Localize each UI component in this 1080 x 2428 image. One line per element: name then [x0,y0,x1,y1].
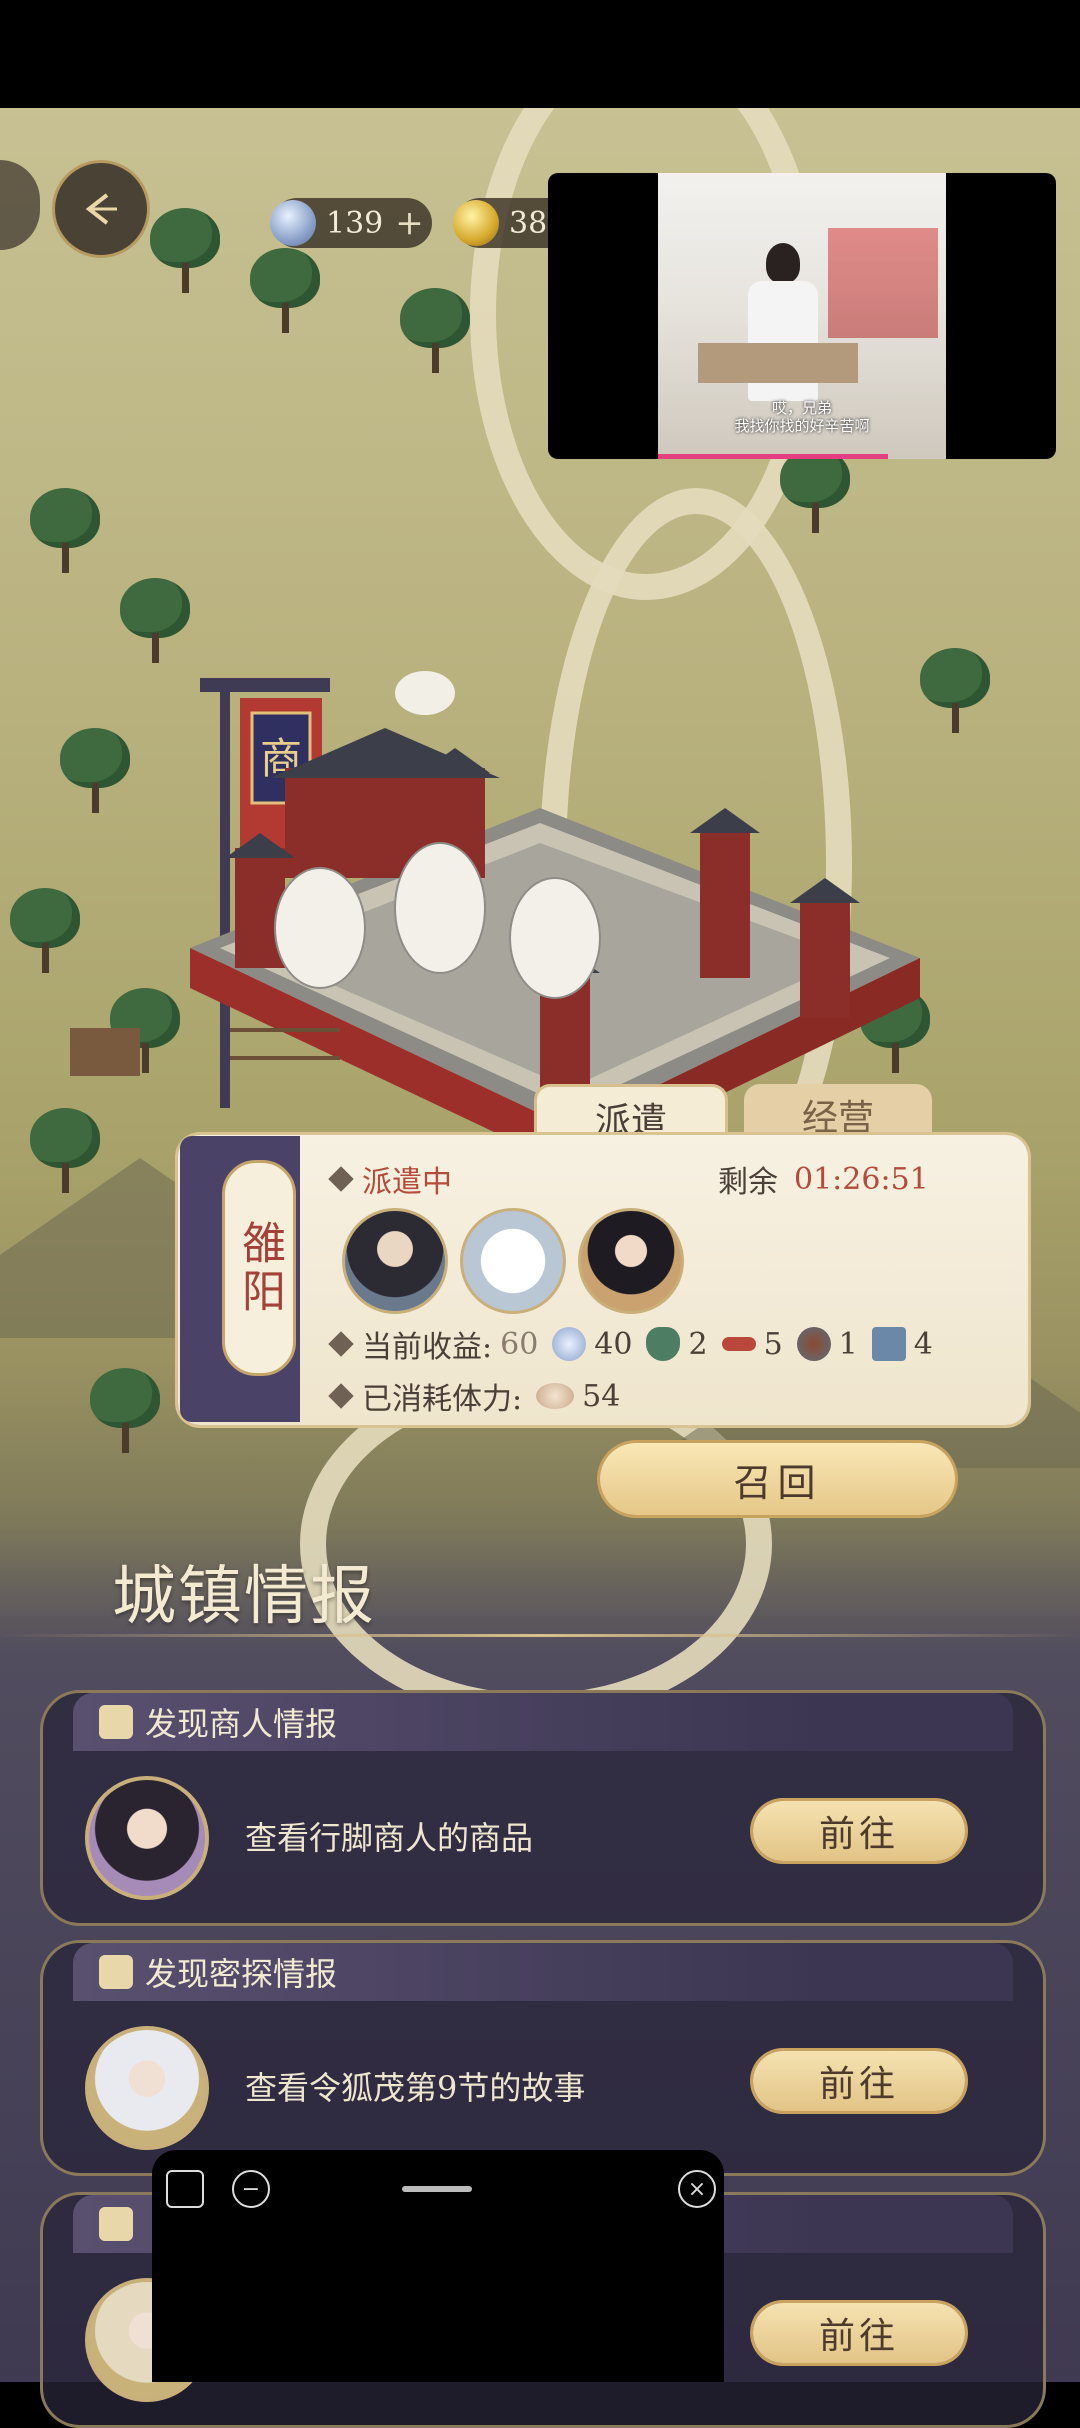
section-divider [0,1634,1080,1637]
dish-icon [796,1327,831,1361]
remaining-time: 剩余 01:26:51 [718,1157,929,1201]
map-tree [120,578,190,668]
intel-desc: 查看行脚商人的商品 [245,1819,534,1857]
intel-header-text: 发现密探情报 [145,1955,338,1993]
fullscreen-button[interactable] [166,2170,204,2208]
intel-card-spy: 发现密探情报 查看令狐茂第9节的故事 前往 [40,1940,1046,2176]
add-silver-button[interactable]: + [395,203,424,243]
silver-currency: 139 + [270,198,432,248]
close-button[interactable]: × [678,2170,716,2208]
map-tree [250,248,320,338]
spy-icon [99,2207,133,2241]
spy-portrait [85,2026,209,2150]
intel-header: 发现密探情报 [73,1943,1013,2001]
status-text: 派遣中 [362,1165,452,1200]
heroine-avatar[interactable] [578,1208,684,1314]
income-value: 4 [913,1326,933,1362]
status-bar [0,0,1080,108]
crates [70,1028,140,1076]
floating-window[interactable]: − × [152,2150,724,2382]
current-income: 当前收益: 60 40 2 5 1 4 [328,1322,933,1366]
silver-coin-icon [552,1327,587,1361]
diamond-icon [328,1331,354,1357]
map-tree [150,208,220,298]
diamond-icon [328,1383,354,1409]
income-value: 60 [500,1326,539,1362]
income-value: 1 [838,1326,858,1362]
minimize-button[interactable]: − [232,2170,270,2208]
drag-handle[interactable] [402,2186,472,2192]
pet-avatar[interactable] [460,1208,566,1314]
pip-video-frame: 哎，兄弟 我找你找的好辛苦啊 [658,173,946,459]
map-tree [30,488,100,578]
remain-time: 01:26:51 [794,1161,929,1197]
back-button[interactable] [52,160,150,258]
silver-amount: 139 [326,205,384,241]
section-title: 城镇情报 [112,1560,376,1634]
money-bag-icon [646,1327,681,1361]
dispatch-status: 派遣中 [328,1157,452,1201]
map-tree [780,448,850,538]
intel-header-text: 发现商人情报 [145,1705,338,1743]
stamina-bowl-icon [536,1383,575,1409]
diamond-icon [328,1166,354,1192]
go-button[interactable]: 前往 [753,2303,965,2363]
pip-progress-bar [658,454,888,459]
stamina-cost: 已消耗体力: 54 [328,1374,620,1418]
town-name-scroll: 雒阳 [222,1160,296,1376]
map-tree [10,888,80,978]
pip-caption: 哎，兄弟 我找你找的好辛苦啊 [734,399,870,435]
cost-value: 54 [582,1378,621,1414]
go-button[interactable]: 前往 [753,2051,965,2111]
income-value: 40 [594,1326,633,1362]
video-person [748,243,818,413]
merchant-portrait [85,1776,209,1900]
map-tree [90,1368,160,1458]
cost-label: 已消耗体力: [362,1382,523,1417]
income-value: 2 [688,1326,708,1362]
income-label: 当前收益: [362,1330,493,1365]
map-tree [60,728,130,818]
remain-label: 剩余 [718,1165,778,1200]
pip-video-window[interactable]: 哎，兄弟 我找你找的好辛苦啊 [548,173,1056,459]
back-arrow-icon [85,193,117,225]
intel-card-merchant: 发现商人情报 查看行脚商人的商品 前往 [40,1690,1046,1926]
map-tree [400,288,470,378]
go-button[interactable]: 前往 [753,1801,965,1861]
merchant-bag-icon [99,1705,133,1739]
intel-header: 发现商人情报 [73,1693,1013,1751]
hero-avatar[interactable] [342,1208,448,1314]
silver-coin-icon [270,200,316,246]
town-name: 雒阳 [234,1220,285,1316]
spy-icon [99,1955,133,1989]
intel-desc: 查看令狐茂第9节的故事 [245,2069,586,2107]
scroll-icon [871,1327,906,1361]
gold-coin-icon [453,200,499,246]
fence [230,1028,340,1060]
recall-button[interactable]: 召回 [600,1443,955,1515]
map-tree [30,1108,100,1198]
skewer-icon [721,1337,756,1351]
income-value: 5 [763,1326,783,1362]
